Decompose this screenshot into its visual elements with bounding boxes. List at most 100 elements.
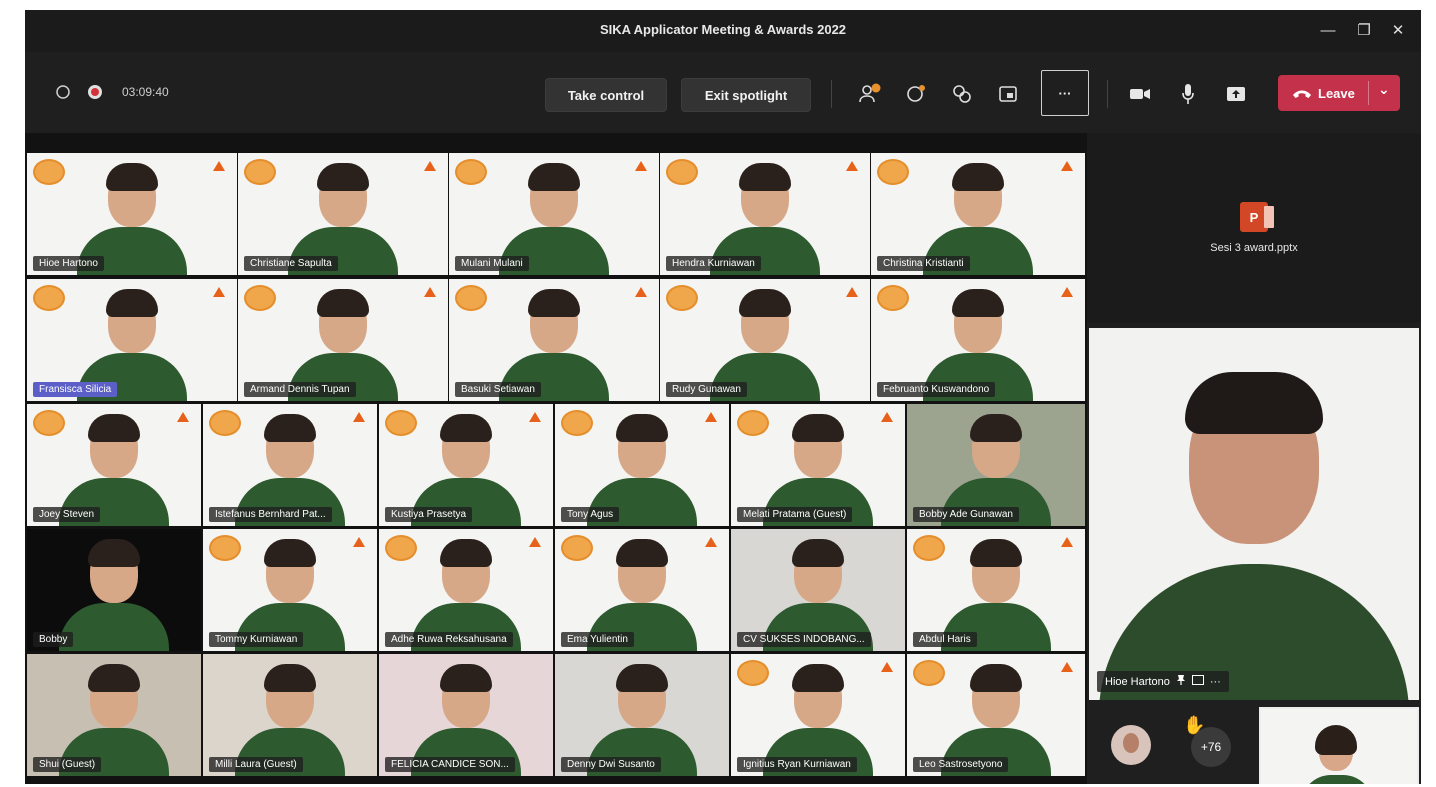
participant-name: Tony Agus [561,507,620,522]
participant-tile[interactable]: Christina Kristianti [871,153,1085,275]
participant-name: FELICIA CANDICE SON... [385,757,515,772]
spotlight-pin-icon [1176,674,1186,689]
participant-tile[interactable]: Joey Steven [27,404,201,526]
event-logo [33,285,65,311]
participant-tile[interactable]: Christiane Sapulta [238,153,448,275]
meeting-timer: 03:09:40 [122,85,169,99]
people-icon[interactable] [855,80,885,108]
participant-tile[interactable]: Kustiya Prasetya [379,404,553,526]
participant-tile[interactable]: Ignitius Ryan Kurniawan [731,654,905,776]
avatar[interactable] [1111,725,1151,765]
participant-tile[interactable]: Shui (Guest) [27,654,201,776]
speaker-name-tag: Hioe Hartono ··· [1097,671,1229,692]
participant-tile[interactable]: Leo Sastrosetyono [907,654,1085,776]
shield-icon[interactable] [53,82,73,102]
participant-name: Bobby Ade Gunawan [913,507,1019,522]
leave-button[interactable]: Leave ⌄ [1278,75,1400,111]
sika-mark [635,161,647,171]
camera-icon[interactable] [1125,80,1155,108]
participant-tile[interactable]: Bobby Ade Gunawan [907,404,1085,526]
speaker-name: Hioe Hartono [1105,675,1170,688]
participant-tile[interactable]: Bobby [27,529,201,651]
shared-file-name: Sesi 3 award.pptx [1210,242,1298,254]
participant-name: Melati Pratama (Guest) [737,507,853,522]
participant-name: Mulani Mulani [455,256,529,271]
sika-mark [1061,287,1073,297]
participant-name: Tommy Kurniawan [209,632,304,647]
participant-tray: ✋ +76 [1087,703,1421,784]
sika-mark [424,161,436,171]
participant-tile[interactable]: Basuki Setiawan [449,279,659,401]
spotlight-video[interactable]: Hioe Hartono ··· [1089,328,1419,700]
participant-tile[interactable]: CV SUKSES INDOBANG... [731,529,905,651]
chat-icon[interactable] [901,80,931,108]
participant-tile[interactable]: Abdul Haris [907,529,1085,651]
participant-name: Februanto Kuswandono [877,382,996,397]
more-actions-button[interactable]: ··· [1041,70,1089,116]
event-logo [33,159,65,185]
participant-tile[interactable]: FELICIA CANDICE SON... [379,654,553,776]
reactions-icon[interactable] [947,80,977,108]
participant-tile[interactable]: Denny Dwi Susanto [555,654,729,776]
exit-spotlight-button[interactable]: Exit spotlight [681,78,811,112]
participant-tile[interactable]: Hioe Hartono [27,153,237,275]
event-logo [666,285,698,311]
sika-mark [705,412,717,422]
participant-name: Ema Yulientin [561,632,634,647]
event-logo [877,159,909,185]
side-stage: P Sesi 3 award.pptx Hioe Hartono ··· ✋ +… [1087,133,1421,784]
participant-name: Milli Laura (Guest) [209,757,303,772]
speaker-more-button[interactable]: ··· [1210,676,1221,688]
participant-name: Leo Sastrosetyono [913,757,1009,772]
self-view-video[interactable] [1259,707,1419,784]
event-logo [877,285,909,311]
self-body [1301,775,1373,784]
take-control-button[interactable]: Take control [545,78,667,112]
sika-mark [881,412,893,422]
share-screen-icon[interactable] [1221,80,1251,108]
title-bar: SIKA Applicator Meeting & Awards 2022 — … [25,10,1421,52]
participant-tile[interactable]: Istefanus Bernhard Pat... [203,404,377,526]
close-button[interactable]: ✕ [1385,18,1411,42]
sika-mark [353,412,365,422]
participant-tile[interactable]: Armand Dennis Tupan [238,279,448,401]
participant-name: Hioe Hartono [33,256,104,271]
participant-name: Denny Dwi Susanto [561,757,661,772]
participant-name: Rudy Gunawan [666,382,747,397]
sika-mark [1061,537,1073,547]
participant-tile[interactable]: Milli Laura (Guest) [203,654,377,776]
event-logo [455,159,487,185]
participant-tile[interactable]: Tommy Kurniawan [203,529,377,651]
participant-tile[interactable]: Fransisca Silicia [27,279,237,401]
more-participants-button[interactable]: +76 [1191,727,1231,767]
window-title: SIKA Applicator Meeting & Awards 2022 [599,22,847,37]
participant-name: Christina Kristianti [877,256,970,271]
self-hair [1315,725,1357,755]
participant-name: Fransisca Silicia [33,382,118,397]
chevron-down-icon[interactable]: ⌄ [1378,81,1390,98]
participant-tile[interactable]: Melati Pratama (Guest) [731,404,905,526]
event-logo [244,285,276,311]
participant-tile[interactable]: Februanto Kuswandono [871,279,1085,401]
breakout-rooms-icon[interactable] [993,80,1023,108]
participant-tile[interactable]: Ema Yulientin [555,529,729,651]
event-logo [666,159,698,185]
microphone-icon[interactable] [1173,80,1203,108]
event-logo [244,159,276,185]
sika-mark [846,161,858,171]
shared-content-card[interactable]: P Sesi 3 award.pptx [1087,133,1421,323]
participant-name: Joey Steven [33,507,101,522]
sika-mark [846,287,858,297]
speaker-hair [1185,372,1323,434]
participant-tile[interactable]: Adhe Ruwa Reksahusana [379,529,553,651]
participant-tile[interactable]: Mulani Mulani [449,153,659,275]
sika-mark [353,537,365,547]
restore-button[interactable]: ❐ [1351,18,1377,42]
event-logo [455,285,487,311]
participant-tile[interactable]: Rudy Gunawan [660,279,870,401]
sika-mark [529,412,541,422]
participant-tile[interactable]: Tony Agus [555,404,729,526]
teams-meeting-window: SIKA Applicator Meeting & Awards 2022 — … [25,10,1421,784]
minimize-button[interactable]: — [1315,18,1341,42]
participant-tile[interactable]: Hendra Kurniawan [660,153,870,275]
